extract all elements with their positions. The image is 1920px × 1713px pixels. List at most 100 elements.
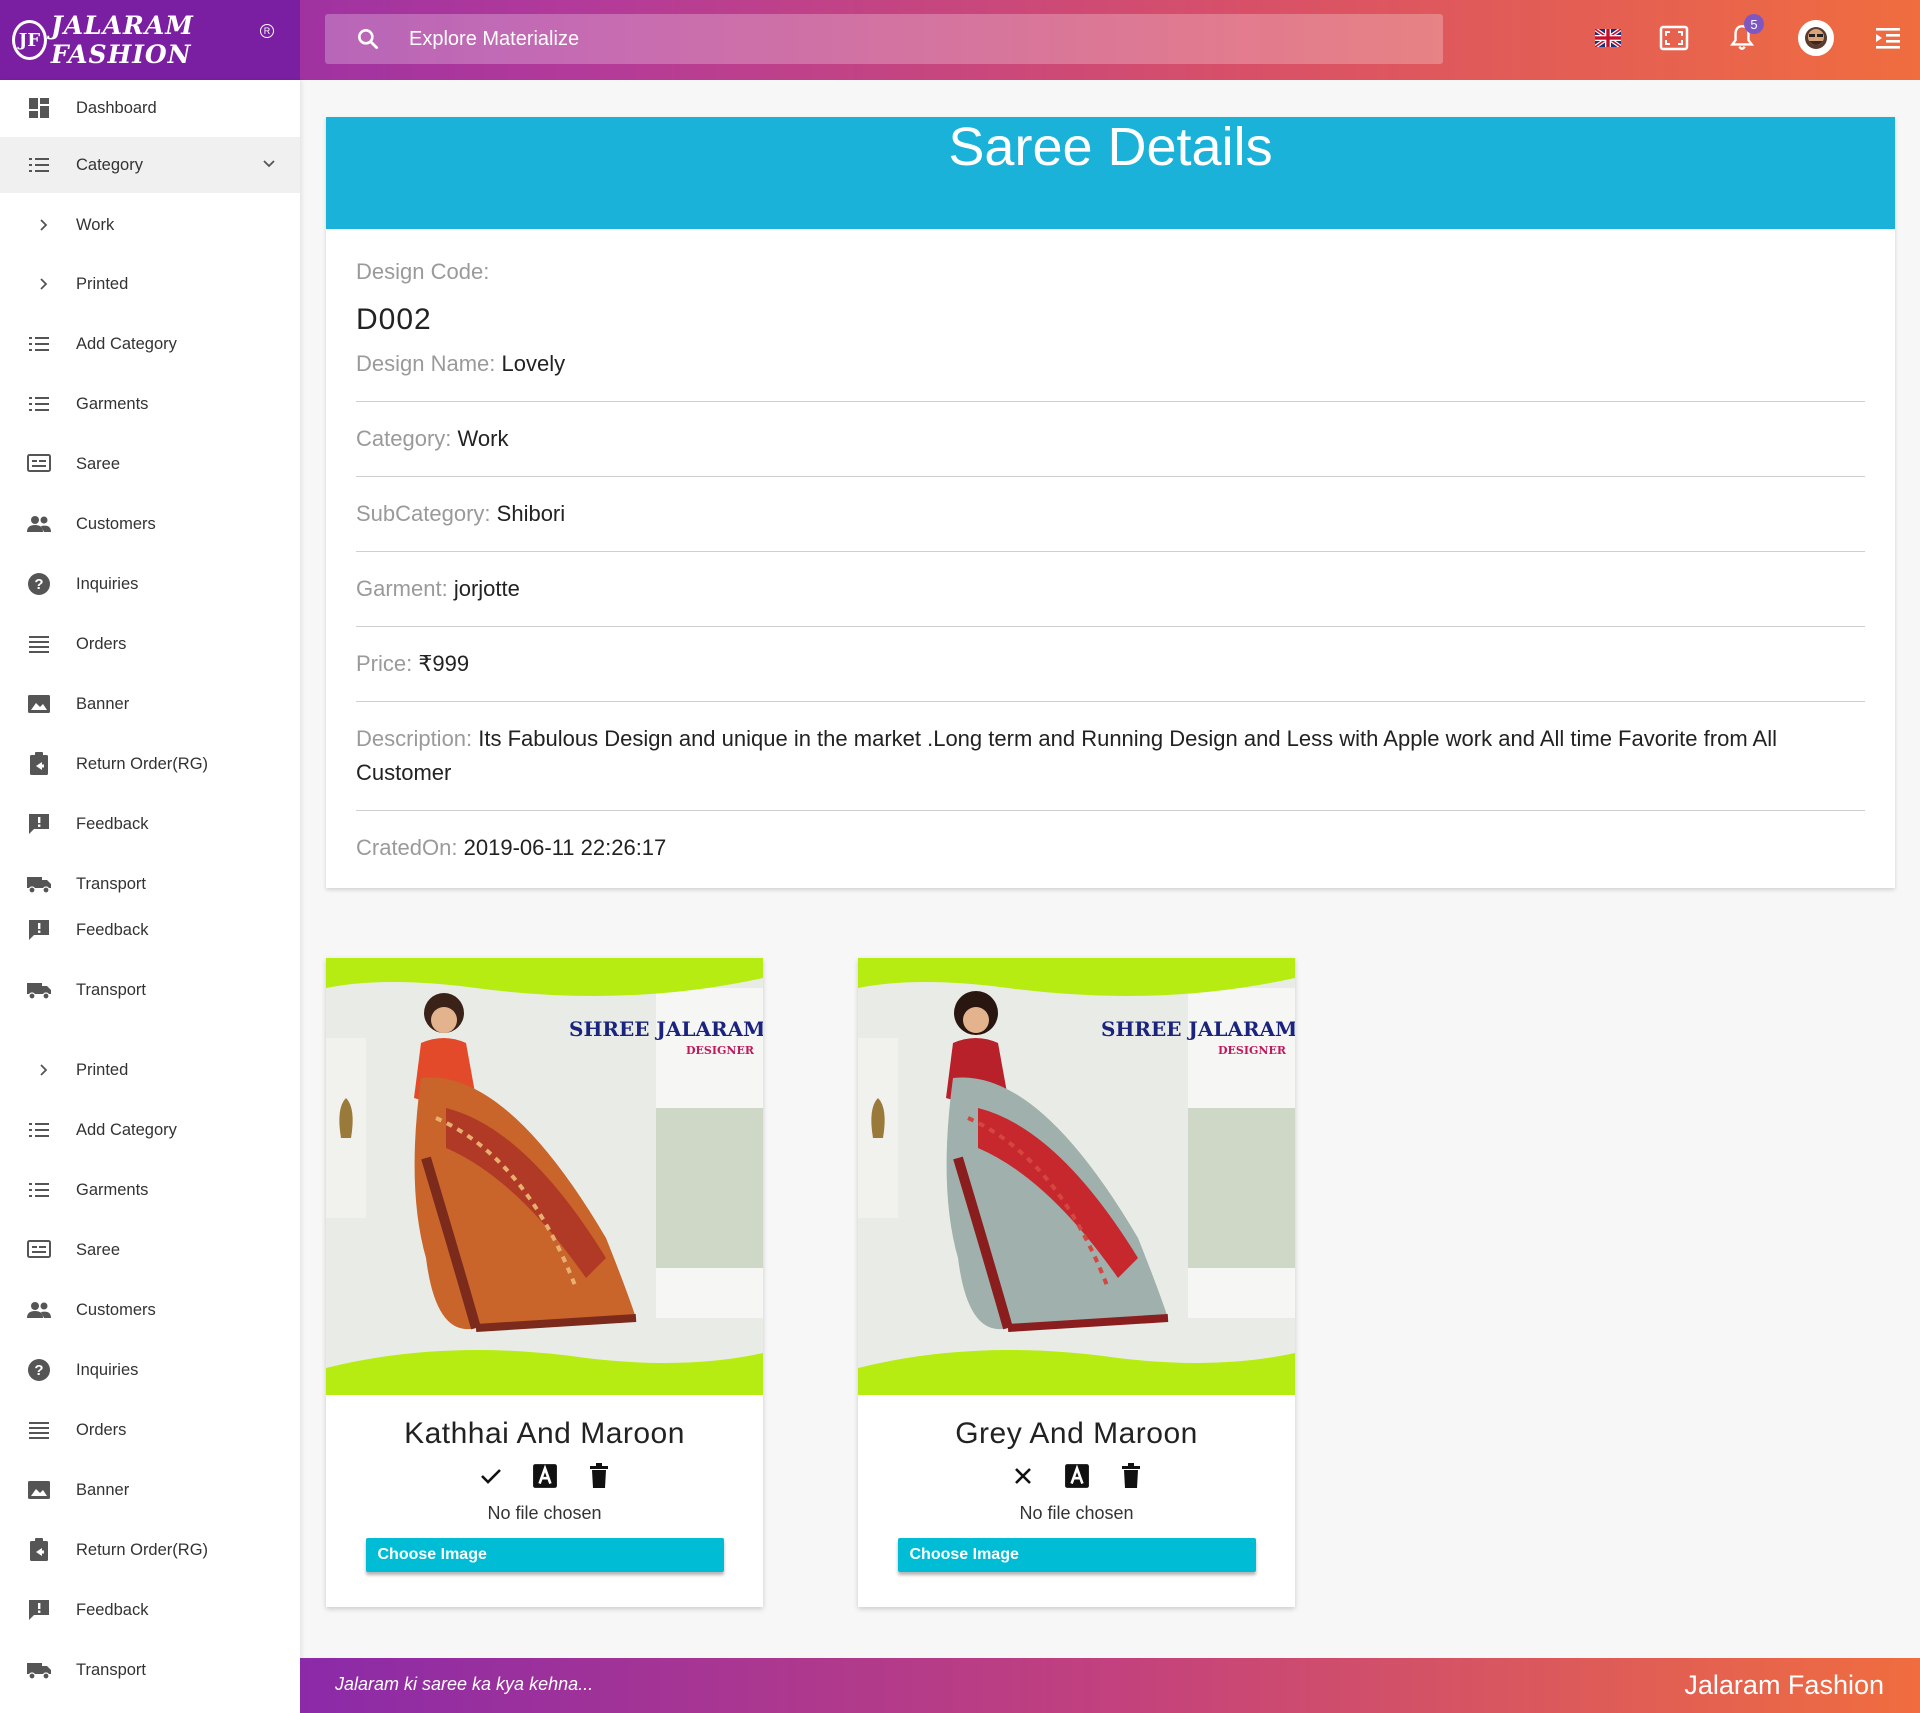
price-row: Price: ₹999 [356,627,1865,702]
sidebar-item-saree[interactable]: Saree [0,1222,300,1278]
product-card: SHREE JALARAM DESIGNER Grey And Maroon N… [858,958,1295,1607]
delete-icon[interactable] [586,1463,612,1489]
sidebar-item-banner[interactable]: Banner [0,1462,300,1518]
sidebar-item-printed[interactable]: Printed [0,1042,300,1098]
brand-watermark-sub: DESIGNER [1218,1044,1287,1057]
choose-image-button[interactable]: Choose Image [897,1538,1256,1572]
footer-brand: Jalaram Fashion [1684,1670,1884,1700]
sidebar-item-orders[interactable]: Orders [0,1402,300,1458]
category-value: Work [457,426,509,451]
sidebar-item-label: Add Category [76,334,177,353]
sidebar-item-category[interactable]: Category [0,137,300,193]
sidebar-item-label: Inquiries [76,1360,139,1379]
created-label: CratedOn: [356,835,458,860]
sidebar-item-feedback[interactable]: Feedback [0,796,300,852]
details-header: Saree Details [326,117,1895,229]
design-name-value: Lovely [501,351,566,376]
created-value: 2019-06-11 22:26:17 [463,835,667,860]
design-code-value: D002 [356,303,432,336]
list-icon [26,1177,52,1203]
sidebar-item-garments[interactable]: Garments [0,1162,300,1218]
sidebar-item-inquiries[interactable]: ? Inquiries [0,1342,300,1398]
created-row: CratedOn: 2019-06-11 22:26:17 [356,811,1865,885]
product-title: Kathhai And Maroon [404,1417,685,1450]
subcategory-value: Shibori [496,501,566,526]
sidebar-item-label: Garments [76,394,149,413]
toggle-right-panel-icon[interactable] [1870,20,1906,56]
sidebar-item-transport[interactable]: Transport [0,1642,300,1698]
close-icon[interactable] [1010,1463,1036,1489]
sidebar-item-label: Customers [76,514,156,533]
avatar-face-icon [1800,22,1832,54]
notification-badge: 5 [1744,14,1764,34]
sidebar-item-feedback[interactable]: Feedback [0,1582,300,1638]
category-label: Category: [356,426,452,451]
list-icon [26,391,52,417]
garment-row: Garment: jorjotte [356,552,1865,627]
text-format-icon[interactable] [532,1463,558,1489]
design-code-label: Design Code: [356,259,490,284]
sidebar-item-work[interactable]: Work [0,197,300,253]
footer-tagline: Jalaram ki saree ka kya kehna... [335,1674,594,1694]
fullscreen-icon[interactable] [1656,20,1692,56]
sidebar-item-label: Feedback [76,920,149,939]
sidebar-item-banner[interactable]: Banner [0,676,300,732]
lines-icon [26,631,52,657]
sidebar-item-customers[interactable]: Customers [0,496,300,552]
text-format-icon[interactable] [1064,1463,1090,1489]
category-row: Category: Work [356,402,1865,477]
product-image: SHREE JALARAM DESIGNER [326,958,763,1395]
sidebar-item-label: Banner [76,694,130,713]
svg-text:?: ? [34,1362,43,1379]
sidebar-item-return-order-rg[interactable]: Return Order(RG) [0,1522,300,1578]
sidebar-item-add-category[interactable]: Add Category [0,316,300,372]
subtitles-icon [26,451,52,477]
brand-watermark: SHREE JALARAM [1101,1017,1295,1041]
sidebar-item-label: Add Category [76,1120,177,1139]
sidebar-item-label: Return Order(RG) [76,754,209,773]
sidebar-item-label: Printed [76,1060,129,1079]
search-input[interactable]: Explore Materialize [409,28,579,51]
notifications-icon[interactable]: 5 [1724,14,1764,56]
chevron-down-icon[interactable] [262,156,276,175]
sidebar-item-add-category[interactable]: Add Category [0,1102,300,1158]
sidebar-item-return-order-rg[interactable]: Return Order(RG) [0,736,300,792]
sidebar-item-label: Transport [76,1660,146,1679]
brand-logo[interactable]: JF JALARAM FASHION R [0,0,300,80]
sidebar-item-inquiries[interactable]: ? Inquiries [0,556,300,612]
dashboard-icon [26,95,52,121]
truck-icon [26,871,52,897]
image-icon [26,1477,52,1503]
sidebar-item-label: Orders [76,1420,127,1439]
sidebar-item-printed[interactable]: Printed [0,256,300,312]
design-name-label: Design Name: [356,351,496,376]
logo-badge: JF [12,20,47,60]
page-title: Saree Details [948,117,1273,177]
language-flag-icon[interactable] [1590,20,1626,56]
feedback-icon [26,917,52,943]
delete-icon[interactable] [1118,1463,1144,1489]
sidebar-item-garments[interactable]: Garments [0,376,300,432]
price-label: Price: [356,651,413,676]
sidebar-item-dashboard[interactable]: Dashboard [0,80,300,136]
sidebar-item-transport[interactable]: Transport [0,962,300,1018]
sidebar-item-label: Work [76,215,115,234]
file-status: No file chosen [487,1503,602,1523]
sidebar-item-orders[interactable]: Orders [0,616,300,672]
help-icon: ? [26,1357,52,1383]
sidebar-item-label: Garments [76,1180,149,1199]
sidebar-item-saree[interactable]: Saree [0,436,300,492]
product-actions [858,1463,1295,1489]
search-bar[interactable]: Explore Materialize [325,14,1443,64]
saree-details-card: Saree Details Design Code: D002 Design N… [326,117,1895,888]
chevron-right-icon [30,271,56,297]
footer: Jalaram ki saree ka kya kehna... Jalaram… [300,1658,1920,1713]
sidebar-item-customers[interactable]: Customers [0,1282,300,1338]
sidebar-item-label: Category [76,155,143,174]
choose-image-button[interactable]: Choose Image [365,1538,724,1572]
user-avatar[interactable] [1798,20,1834,56]
design-name-row: Design Name: Lovely [356,347,1865,402]
check-icon[interactable] [478,1463,504,1489]
sidebar-item-label: Transport [76,874,146,893]
sidebar-item-feedback[interactable]: Feedback [0,902,300,958]
